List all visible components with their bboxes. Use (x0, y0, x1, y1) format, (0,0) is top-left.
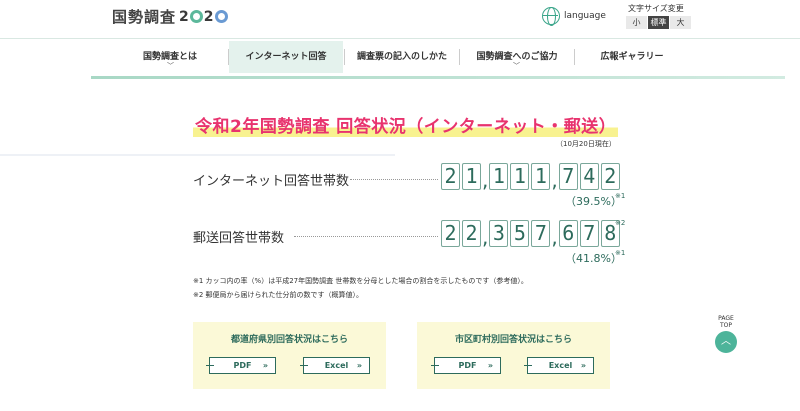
nav-item-label: 国勢調査とは (142, 52, 197, 62)
logo-text: 国勢調査 (112, 8, 177, 26)
global-nav: 国勢調査とは ﹀ インターネット回答 調査票の記入のしかた 国勢調査へのご協力 … (0, 38, 800, 74)
mail-households-counter: 22,357,678 (441, 220, 622, 247)
digit-cell: 2 (441, 163, 460, 190)
page-top-label: TOP (719, 322, 732, 329)
digit-cell: 2 (600, 163, 620, 190)
prefecture-excel-button[interactable]: Excel» (300, 357, 370, 374)
background-artifact (0, 154, 395, 156)
prefecture-pdf-button[interactable]: PDF» (206, 357, 276, 374)
nav-item-gallery[interactable]: 広報ギャラリー (575, 41, 689, 73)
nav-item-label: 国勢調査へのご協力 (476, 52, 558, 62)
digit-cell: 6 (558, 220, 578, 247)
language-switcher[interactable]: language (542, 7, 606, 26)
footnote-mark: ※1 (615, 249, 626, 257)
double-chevron-right-icon: » (487, 361, 493, 370)
double-chevron-right-icon: » (580, 361, 586, 370)
box-title: 都道府県別回答状況はこちら (230, 335, 348, 345)
double-chevron-right-icon: » (356, 361, 362, 370)
digit-cell: 1 (531, 163, 551, 190)
chevron-down-icon: ﹀ (513, 62, 520, 70)
nav-item-label: インターネット回答 (245, 52, 327, 62)
prefecture-status-box: 都道府県別回答状況はこちら PDF» Excel» (193, 322, 386, 389)
digit-cell: 7 (579, 220, 599, 247)
font-size-standard-button[interactable]: 標準 (648, 16, 669, 29)
footnote-mark: ※2 (615, 219, 626, 227)
digit-cell: 2 (462, 220, 481, 247)
digit-cell: 7 (558, 163, 578, 190)
digit-cell: 1 (510, 163, 530, 190)
digit-separator: , (551, 225, 558, 249)
digit-cell: 1 (462, 163, 481, 190)
site-header: 国勢調査 22 language 文字サイズ変更 小 標準 大 (0, 0, 800, 38)
site-logo[interactable]: 国勢調査 22 (112, 6, 229, 27)
footnote-mark: ※1 (615, 192, 626, 200)
page-title: 令和2年国勢調査 回答状況（インターネット・郵送） (193, 112, 619, 137)
digit-cell: 1 (489, 163, 509, 190)
internet-households-percent: （39.5%） (565, 195, 622, 208)
footnote-2: ※2 郵便局から届けられた仕分前の数です（概算値）。 (193, 291, 364, 299)
page-top-label: PAGE (718, 315, 734, 322)
double-chevron-right-icon: » (262, 361, 268, 370)
digit-cell: 3 (489, 220, 509, 247)
page-title-wrap: 令和2年国勢調査 回答状況（インターネット・郵送） (193, 112, 619, 137)
font-size-title: 文字サイズ変更 (628, 4, 684, 13)
mail-households-label: 郵送回答世帯数 (193, 231, 285, 246)
font-size-switcher: 文字サイズ変更 小 標準 大 (626, 3, 692, 29)
page-top-button[interactable]: PAGE TOP ︿ (713, 315, 739, 353)
language-label: language (564, 11, 606, 21)
date-note: （10月20日現在） (556, 140, 616, 148)
logo-circle-icon (189, 10, 203, 23)
nav-item-label: 広報ギャラリー (600, 52, 664, 62)
nav-item-how-to-fill[interactable]: 調査票の記入のしかた (345, 41, 459, 73)
globe-icon (542, 7, 560, 26)
digit-separator: , (482, 225, 489, 249)
digit-cell: 5 (510, 220, 530, 247)
box-title: 市区町村別回答状況はこちら (454, 335, 572, 345)
digit-separator: , (551, 168, 558, 192)
internet-households-counter: 21,111,742 (441, 163, 622, 190)
digit-separator: , (482, 168, 489, 192)
digit-cell: 4 (579, 163, 599, 190)
chevron-up-icon: ︿ (715, 331, 737, 353)
footnote-1: ※1 カッコ内の率（%）は平成27年国勢調査 世帯数を分母とした場合の割合を示し… (193, 277, 528, 285)
chevron-down-icon: ﹀ (167, 62, 174, 70)
municipality-excel-button[interactable]: Excel» (524, 357, 594, 374)
nav-underline (91, 76, 785, 79)
dotted-leader (294, 236, 438, 237)
internet-households-label: インターネット回答世帯数 (193, 174, 350, 189)
dotted-leader (350, 179, 438, 180)
font-size-large-button[interactable]: 大 (670, 16, 691, 29)
nav-item-internet-answer[interactable]: インターネット回答 (229, 41, 343, 73)
logo-circle-icon (214, 10, 228, 23)
font-size-small-button[interactable]: 小 (626, 16, 647, 29)
logo-year: 22 (179, 9, 229, 25)
municipality-pdf-button[interactable]: PDF» (431, 357, 501, 374)
municipality-status-box: 市区町村別回答状況はこちら PDF» Excel» (417, 322, 610, 389)
nav-item-label: 調査票の記入のしかた (356, 52, 447, 62)
digit-cell: 7 (531, 220, 551, 247)
digit-cell: 2 (441, 220, 460, 247)
mail-households-percent: （41.8%） (565, 252, 622, 265)
